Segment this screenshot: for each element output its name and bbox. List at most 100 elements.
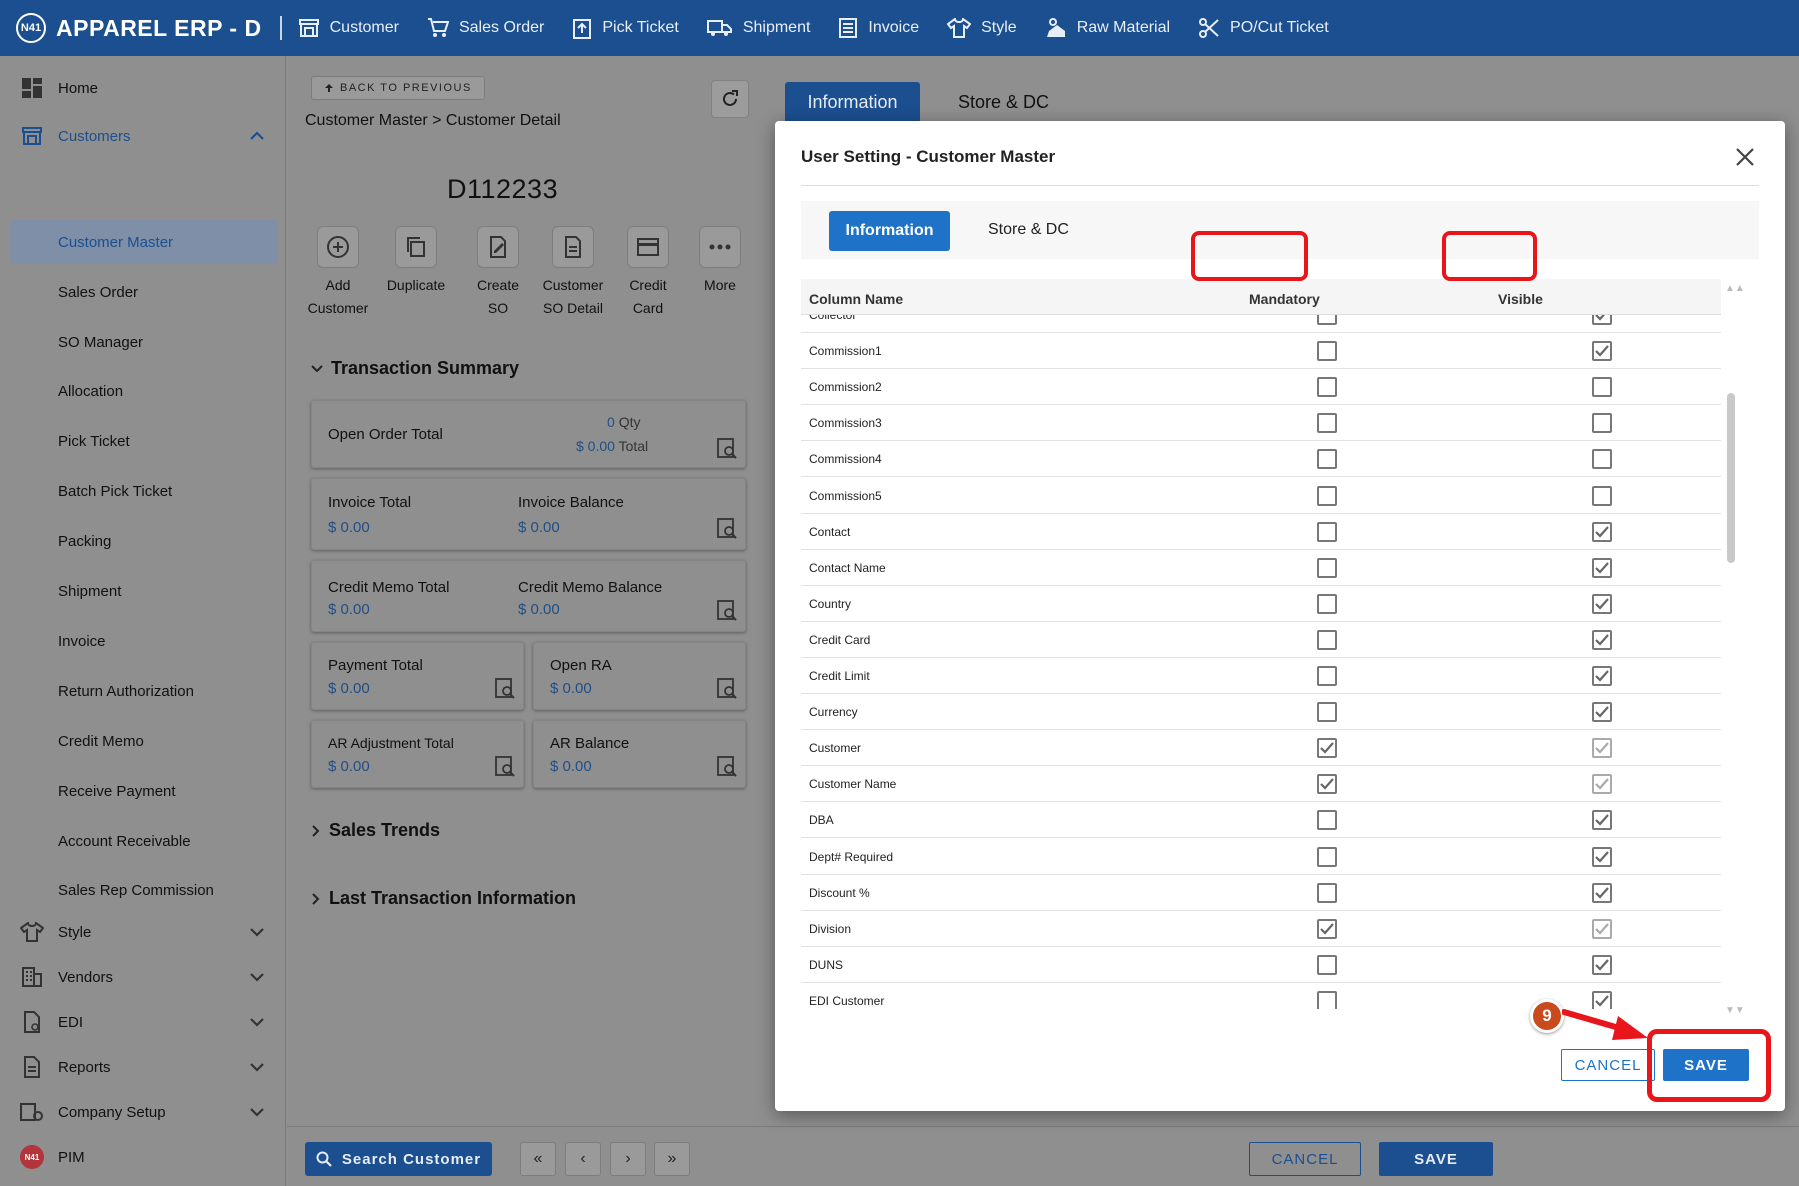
visible-checkbox[interactable]: [1592, 702, 1612, 723]
visible-checkbox[interactable]: [1592, 954, 1612, 975]
visible-checkbox[interactable]: [1592, 521, 1612, 542]
tab-store-dc[interactable]: Store & DC: [988, 221, 1069, 239]
sidebar-subitem[interactable]: Pick Ticket: [0, 419, 286, 463]
sidebar-subitem[interactable]: Credit Memo: [0, 719, 286, 763]
search-doc-icon[interactable]: [716, 755, 738, 777]
sales-trends-toggle[interactable]: Sales Trends: [311, 820, 440, 841]
create-so-button[interactable]: Create SO: [461, 226, 535, 320]
visible-checkbox[interactable]: [1592, 593, 1612, 614]
mandatory-checkbox[interactable]: [1317, 449, 1337, 470]
sidebar-subitem[interactable]: Shipment: [0, 569, 286, 613]
mandatory-checkbox[interactable]: [1317, 774, 1337, 795]
more-button[interactable]: More: [683, 226, 757, 297]
visible-checkbox[interactable]: [1592, 738, 1612, 759]
scrollbar-thumb[interactable]: [1727, 393, 1735, 563]
nav-sales-order[interactable]: Sales Order: [427, 17, 544, 39]
scroll-down-icon[interactable]: ▼▼: [1725, 1005, 1745, 1016]
mandatory-checkbox[interactable]: [1317, 521, 1337, 542]
search-doc-icon[interactable]: [716, 677, 738, 699]
mandatory-checkbox[interactable]: [1317, 377, 1337, 398]
tab-store-dc-background[interactable]: Store & DC: [958, 92, 1049, 113]
visible-checkbox[interactable]: [1592, 918, 1612, 939]
sidebar-subitem[interactable]: Sales Order: [0, 270, 286, 314]
visible-checkbox[interactable]: [1592, 377, 1612, 398]
nav-po-cut-ticket[interactable]: PO/Cut Ticket: [1198, 17, 1329, 39]
mandatory-checkbox[interactable]: [1317, 738, 1337, 759]
mandatory-checkbox[interactable]: [1317, 846, 1337, 867]
visible-checkbox[interactable]: [1592, 666, 1612, 686]
visible-checkbox[interactable]: [1592, 557, 1612, 578]
sidebar-subitem[interactable]: Account Receivable: [0, 819, 286, 863]
save-button[interactable]: SAVE: [1379, 1142, 1493, 1176]
visible-header[interactable]: Visible: [1498, 291, 1543, 307]
sidebar-group-style[interactable]: Style: [0, 908, 286, 956]
tab-information-background[interactable]: Information: [785, 82, 920, 122]
previous-page-button[interactable]: ‹: [565, 1142, 601, 1176]
visible-checkbox[interactable]: [1592, 413, 1612, 434]
mandatory-checkbox[interactable]: [1317, 810, 1337, 831]
visible-checkbox[interactable]: [1592, 629, 1612, 650]
close-icon[interactable]: [1733, 145, 1757, 169]
search-doc-icon[interactable]: [716, 599, 738, 621]
search-doc-icon[interactable]: [494, 677, 516, 699]
mandatory-checkbox[interactable]: [1317, 341, 1337, 362]
last-page-button[interactable]: »: [654, 1142, 690, 1176]
add-customer-button[interactable]: Add Customer: [301, 226, 375, 320]
visible-checkbox[interactable]: [1592, 449, 1612, 470]
search-doc-icon[interactable]: [716, 437, 738, 459]
search-customer-button[interactable]: Search Customer: [305, 1142, 492, 1176]
mandatory-checkbox[interactable]: [1317, 485, 1337, 506]
sidebar-subitem[interactable]: Invoice: [0, 619, 286, 663]
dialog-cancel-button[interactable]: CANCEL: [1561, 1049, 1655, 1081]
nav-raw-material[interactable]: Raw Material: [1045, 17, 1170, 39]
visible-checkbox[interactable]: [1592, 882, 1612, 903]
sidebar-subitem[interactable]: Packing: [0, 519, 286, 563]
mandatory-checkbox[interactable]: [1317, 882, 1337, 903]
nav-pick-ticket[interactable]: Pick Ticket: [572, 17, 679, 39]
mandatory-checkbox[interactable]: [1317, 918, 1337, 939]
app-logo[interactable]: N41: [16, 13, 46, 43]
sidebar-subitem[interactable]: Receive Payment: [0, 769, 286, 813]
mandatory-checkbox[interactable]: [1317, 629, 1337, 650]
visible-checkbox[interactable]: [1592, 810, 1612, 831]
sidebar-item-home[interactable]: Home: [0, 64, 286, 112]
search-doc-icon[interactable]: [716, 517, 738, 539]
first-page-button[interactable]: «: [520, 1142, 556, 1176]
mandatory-checkbox[interactable]: [1317, 593, 1337, 614]
sidebar-group-vendors[interactable]: Vendors: [0, 953, 286, 1001]
visible-checkbox[interactable]: [1592, 485, 1612, 506]
sidebar-subitem[interactable]: Allocation: [0, 369, 286, 413]
mandatory-checkbox[interactable]: [1317, 315, 1337, 325]
visible-checkbox[interactable]: [1592, 341, 1612, 362]
visible-checkbox[interactable]: [1592, 846, 1612, 867]
sidebar-subitem[interactable]: Return Authorization: [0, 669, 286, 713]
sidebar-item-customers[interactable]: Customers: [0, 112, 286, 160]
visible-checkbox[interactable]: [1592, 774, 1612, 795]
nav-style[interactable]: Style: [947, 18, 1017, 38]
tab-information[interactable]: Information: [829, 211, 950, 251]
nav-shipment[interactable]: Shipment: [706, 18, 810, 38]
back-to-previous-button[interactable]: BACK TO PREVIOUS: [311, 76, 485, 100]
mandatory-checkbox[interactable]: [1317, 990, 1337, 1009]
sidebar-subitem[interactable]: Batch Pick Ticket: [0, 469, 286, 513]
sidebar-subitem[interactable]: SO Manager: [0, 320, 286, 364]
mandatory-header[interactable]: Mandatory: [1249, 291, 1320, 307]
sidebar-group-edi[interactable]: EDI: [0, 998, 286, 1046]
sidebar-subitem[interactable]: Customer Master: [0, 220, 286, 264]
transaction-summary-toggle[interactable]: Transaction Summary: [311, 358, 519, 379]
last-transaction-toggle[interactable]: Last Transaction Information: [311, 888, 576, 909]
nav-customer[interactable]: Customer: [298, 18, 399, 38]
mandatory-checkbox[interactable]: [1317, 666, 1337, 686]
mandatory-checkbox[interactable]: [1317, 954, 1337, 975]
search-doc-icon[interactable]: [494, 755, 516, 777]
customer-so-detail-button[interactable]: Customer SO Detail: [536, 226, 610, 320]
mandatory-checkbox[interactable]: [1317, 413, 1337, 434]
cancel-button[interactable]: CANCEL: [1249, 1142, 1361, 1176]
nav-invoice[interactable]: Invoice: [838, 17, 919, 39]
sidebar-item-pim[interactable]: N41 PIM: [0, 1133, 286, 1181]
visible-checkbox[interactable]: [1592, 315, 1612, 325]
mandatory-checkbox[interactable]: [1317, 557, 1337, 578]
credit-card-button[interactable]: Credit Card: [611, 226, 685, 320]
mandatory-checkbox[interactable]: [1317, 702, 1337, 723]
sidebar-group-reports[interactable]: Reports: [0, 1043, 286, 1091]
